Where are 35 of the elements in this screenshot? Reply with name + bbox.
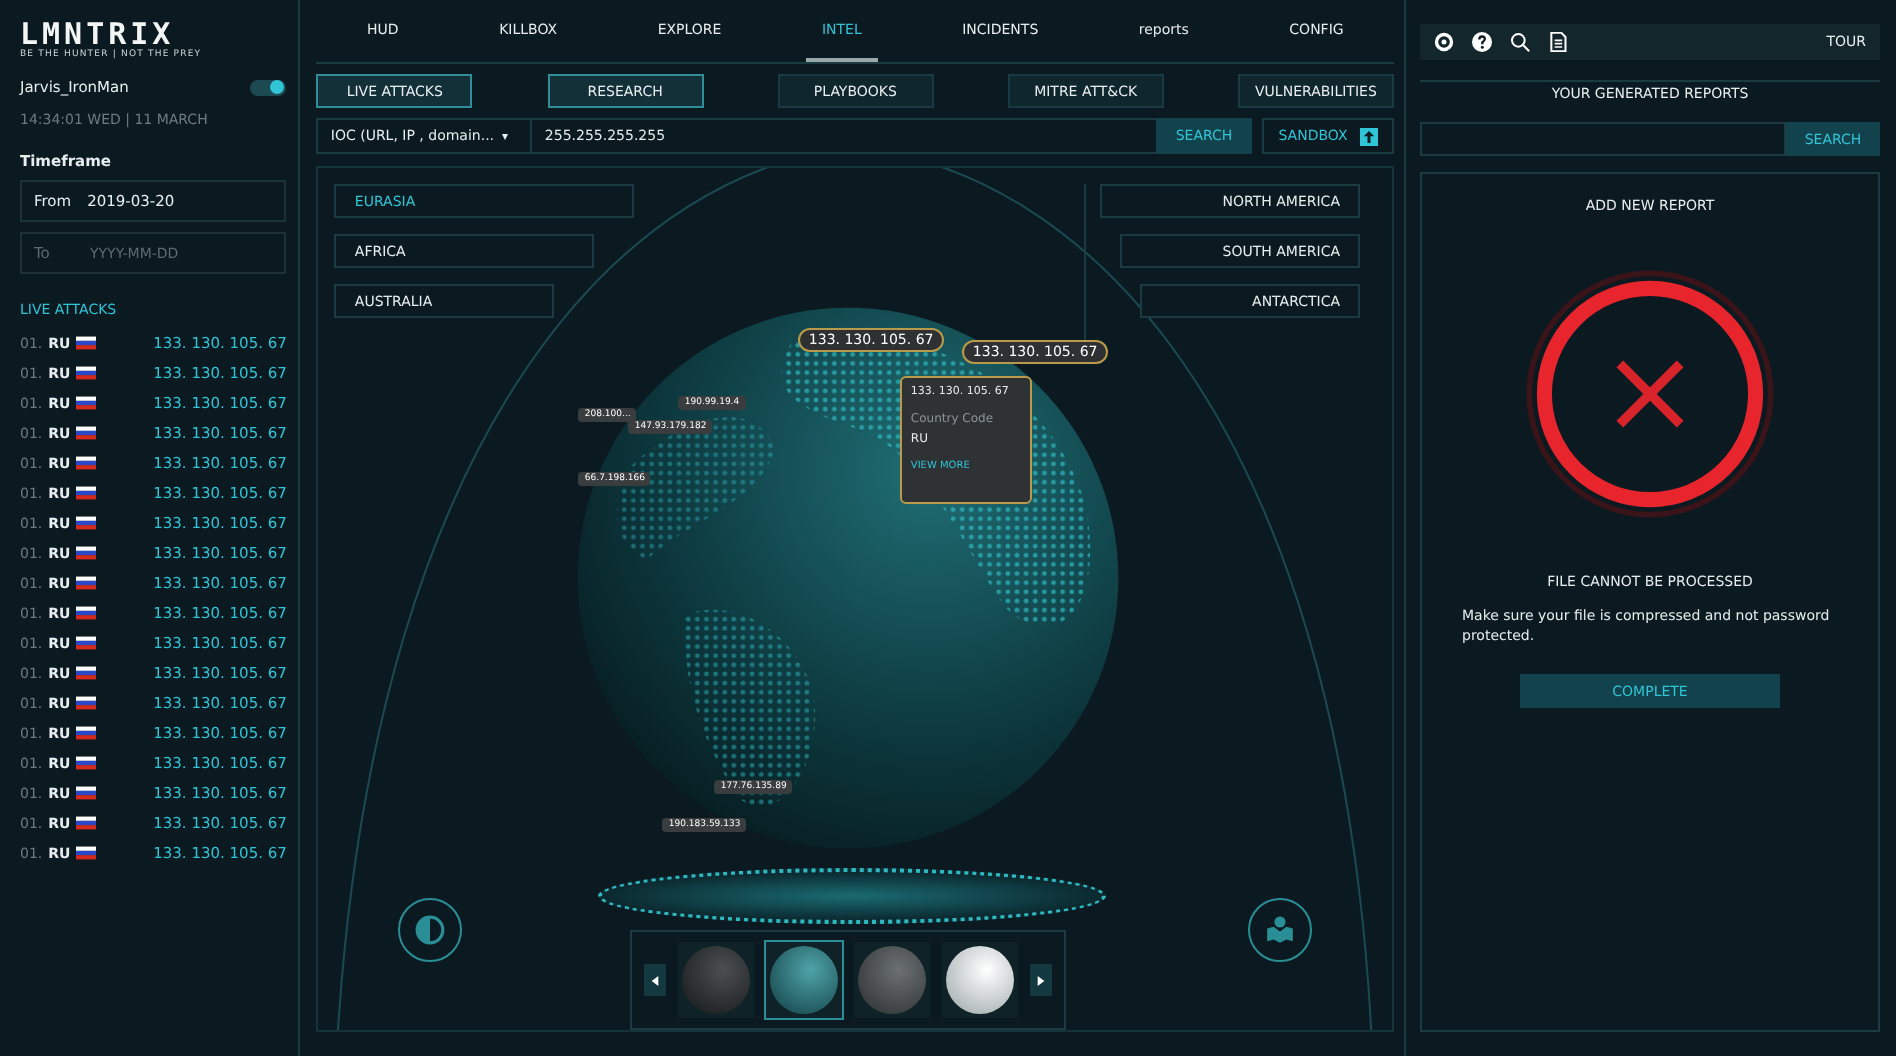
flag-icon [76,456,97,470]
right-arrow-icon [1036,975,1047,985]
document-icon[interactable] [1548,32,1568,52]
contrast-toggle-button[interactable] [398,898,463,962]
flag-icon [76,786,97,800]
flag-icon [76,666,97,680]
report-search-field[interactable] [1420,122,1786,156]
brand-logo: LMNTRIX [20,20,175,50]
flag-icon [76,846,97,860]
help-icon[interactable] [1472,32,1492,52]
flag-icon [76,726,97,740]
flag-icon [76,396,97,410]
flag-icon [76,696,97,710]
flag-icon [76,336,97,350]
map-pin-icon [1264,914,1296,946]
flag-icon [76,486,97,500]
flag-icon [76,606,97,620]
flag-icon [76,516,97,530]
flag-icon [76,636,97,650]
map-view-button[interactable] [1248,898,1312,962]
half-circle-icon [414,914,447,946]
flag-icon [76,426,97,440]
left-arrow-icon [650,975,661,985]
flag-icon [76,576,97,590]
settings-icon[interactable] [1434,32,1454,52]
flag-icon [76,756,97,770]
next-button[interactable] [1030,964,1053,996]
previous-button[interactable] [644,964,667,996]
flag-icon [76,546,97,560]
flag-icon [76,816,97,830]
globe-style-option[interactable] [942,942,1019,1018]
status-toggle[interactable] [250,79,287,95]
upload-icon [1359,127,1378,145]
search-icon[interactable] [1510,32,1530,52]
flag-icon [76,366,97,380]
